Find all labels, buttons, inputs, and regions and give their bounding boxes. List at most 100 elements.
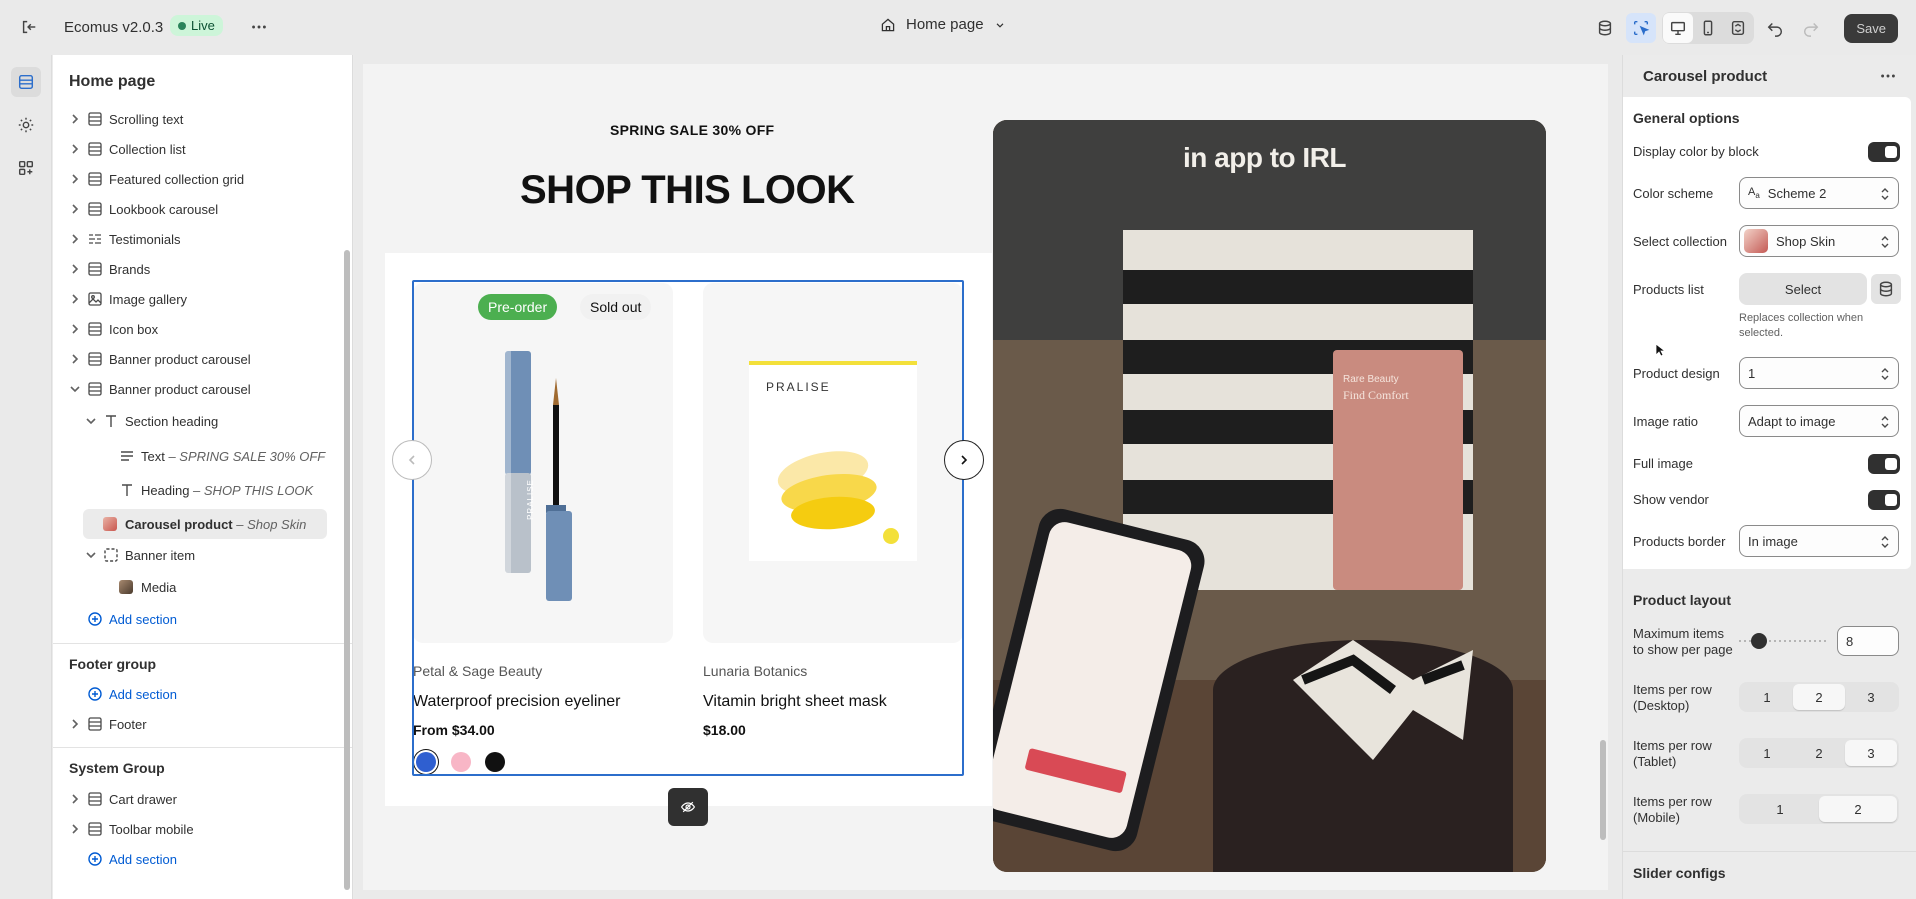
per-row-mobile-segmented: 1 2 <box>1739 794 1899 824</box>
sidebar-item[interactable]: Collection list <box>53 134 352 164</box>
sidebar-item-section-heading[interactable]: Section heading <box>53 406 352 436</box>
chevron-right-icon[interactable] <box>69 263 81 275</box>
color-scheme-select[interactable]: Aa Scheme 2 <box>1739 177 1899 209</box>
show-vendor-toggle[interactable] <box>1868 490 1900 510</box>
add-section-button[interactable]: Add section <box>53 844 352 874</box>
chevron-right-icon[interactable] <box>69 353 81 365</box>
inspector-icon[interactable] <box>1626 13 1657 43</box>
banner-photo[interactable]: in app to IRL Rare Beauty Find Comfort <box>993 120 1546 872</box>
chevron-right-icon[interactable] <box>69 323 81 335</box>
section-icon <box>88 322 102 336</box>
settings-gear-icon[interactable] <box>11 110 41 140</box>
database-icon[interactable] <box>1590 13 1620 43</box>
sidebar-item[interactable]: Lookbook carousel <box>53 194 352 224</box>
fullscreen-icon[interactable] <box>1723 13 1753 43</box>
chevron-right-icon[interactable] <box>69 823 81 835</box>
select-arrows-icon <box>1881 536 1889 548</box>
carousel-prev-button[interactable] <box>392 440 432 480</box>
home-icon <box>881 18 895 31</box>
per-row-desktop-option-2[interactable]: 2 <box>1793 684 1845 710</box>
products-list-label: Products list <box>1633 282 1704 297</box>
list-icon <box>89 234 101 244</box>
exit-icon[interactable] <box>14 12 44 42</box>
select-arrows-icon <box>1881 236 1889 248</box>
sidebar-item-footer[interactable]: Footer <box>53 709 352 739</box>
sections-icon[interactable] <box>11 67 41 97</box>
database-icon[interactable] <box>1871 274 1901 304</box>
save-button[interactable]: Save <box>1844 13 1898 43</box>
panel-title: Carousel product <box>1643 67 1768 85</box>
per-row-desktop-option-3[interactable]: 3 <box>1845 684 1897 710</box>
sidebar-item[interactable]: Brands <box>53 254 352 284</box>
desktop-icon[interactable] <box>1663 13 1694 43</box>
more-options-icon[interactable] <box>1873 61 1903 91</box>
sidebar-item-banner-item[interactable]: Banner item <box>53 540 352 570</box>
chevron-right-icon[interactable] <box>69 793 81 805</box>
more-options-icon[interactable] <box>244 12 274 42</box>
per-row-desktop-option-1[interactable]: 1 <box>1741 684 1793 710</box>
sidebar-scrollbar[interactable] <box>344 250 350 890</box>
products-list-select-button[interactable]: Select <box>1739 273 1867 305</box>
sale-text[interactable]: SPRING SALE 30% OFF <box>610 122 774 138</box>
chevron-down-icon[interactable] <box>85 415 97 427</box>
sidebar-item[interactable]: Testimonials <box>53 224 352 254</box>
sidebar-item-cart-drawer[interactable]: Cart drawer <box>53 784 352 814</box>
add-section-button[interactable]: Add section <box>53 604 352 634</box>
chevron-right-icon[interactable] <box>69 143 81 155</box>
plus-circle-icon <box>88 612 102 626</box>
max-items-input[interactable]: 8 <box>1837 626 1899 656</box>
apps-icon[interactable] <box>11 153 41 183</box>
select-arrows-icon <box>1881 368 1889 380</box>
chevron-down-icon[interactable] <box>85 549 97 561</box>
display-color-toggle[interactable] <box>1868 142 1900 162</box>
add-section-button[interactable]: Add section <box>53 679 352 709</box>
sidebar-item-carousel-product[interactable]: Carousel product – Shop Skin <box>83 509 327 539</box>
sidebar-item[interactable]: Icon box <box>53 314 352 344</box>
sidebar-item-text-block[interactable]: Text – SPRING SALE 30% OFF <box>53 441 352 471</box>
sidebar-item-toolbar-mobile[interactable]: Toolbar mobile <box>53 814 352 844</box>
chevron-down-icon[interactable] <box>69 383 81 395</box>
per-row-mobile-option-1[interactable]: 1 <box>1741 796 1819 822</box>
image-ratio-label: Image ratio <box>1633 414 1699 429</box>
chevron-right-icon[interactable] <box>69 113 81 125</box>
color-scheme-icon: Aa <box>1748 185 1760 201</box>
image-ratio-select[interactable]: Adapt to image <box>1739 405 1899 437</box>
max-items-slider-thumb[interactable] <box>1751 633 1767 649</box>
full-image-toggle[interactable] <box>1868 454 1900 474</box>
sidebar-item[interactable]: Banner product carousel <box>53 344 352 374</box>
chevron-right-icon[interactable] <box>69 173 81 185</box>
divider <box>53 643 352 644</box>
sidebar-item-label: Testimonials <box>109 231 181 247</box>
sidebar-item[interactable]: Image gallery <box>53 284 352 314</box>
sidebar-item-media[interactable]: Media <box>53 572 352 602</box>
show-vendor-label: Show vendor <box>1633 492 1709 507</box>
per-row-mobile-option-2[interactable]: 2 <box>1819 796 1897 822</box>
sidebar-item[interactable]: Scrolling text <box>53 104 352 134</box>
select-collection-value: Shop Skin <box>1776 233 1836 249</box>
per-row-tablet-option-1[interactable]: 1 <box>1741 740 1793 766</box>
chevron-right-icon[interactable] <box>69 293 81 305</box>
sidebar-item-label: Banner item <box>125 547 196 563</box>
carousel-next-button[interactable] <box>944 440 984 480</box>
sidebar-item[interactable]: Featured collection grid <box>53 164 352 194</box>
undo-icon[interactable] <box>1760 13 1790 43</box>
sidebar-item-expanded[interactable]: Banner product carousel <box>53 374 352 404</box>
product-design-select[interactable]: 1 <box>1739 357 1899 389</box>
chevron-right-icon[interactable] <box>69 718 81 730</box>
sidebar-item-heading-block[interactable]: Heading – SHOP THIS LOOK <box>53 475 352 505</box>
per-row-tablet-option-3[interactable]: 3 <box>1845 740 1897 766</box>
chevron-right-icon[interactable] <box>69 203 81 215</box>
page-selector[interactable]: Home page <box>880 16 1006 33</box>
per-row-tablet-option-2[interactable]: 2 <box>1793 740 1845 766</box>
section-icon <box>88 352 102 366</box>
look-title[interactable]: SHOP THIS LOOK <box>520 168 855 213</box>
sidebar-item-label: Icon box <box>109 321 159 337</box>
hide-block-button[interactable] <box>668 788 708 826</box>
system-group-title: System Group <box>69 760 165 776</box>
chevron-right-icon[interactable] <box>69 233 81 245</box>
select-collection-select[interactable]: Shop Skin <box>1739 225 1899 257</box>
products-border-select[interactable]: In image <box>1739 525 1899 557</box>
mobile-icon[interactable] <box>1693 13 1723 43</box>
text-lines-icon <box>121 451 133 461</box>
preview-scrollbar[interactable] <box>1600 740 1606 840</box>
